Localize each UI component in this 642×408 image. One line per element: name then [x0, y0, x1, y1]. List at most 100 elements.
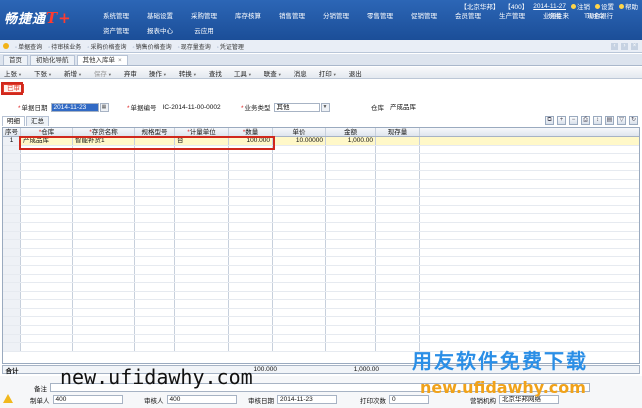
- column-settings-icon[interactable]: ▤: [605, 116, 614, 125]
- table-cell[interactable]: [21, 205, 73, 214]
- page-tab[interactable]: 其他入库单 ×: [76, 55, 128, 65]
- table-cell[interactable]: [229, 154, 273, 162]
- table-cell[interactable]: [135, 145, 175, 154]
- table-row-empty[interactable]: [3, 162, 639, 172]
- table-cell[interactable]: [135, 154, 175, 162]
- table-cell[interactable]: [273, 257, 326, 265]
- toolbar-button[interactable]: 操作▼: [149, 68, 167, 78]
- table-cell[interactable]: [326, 248, 376, 257]
- table-cell[interactable]: [229, 205, 273, 214]
- table-row-empty[interactable]: [3, 326, 639, 335]
- filter-icon[interactable]: ▽: [617, 116, 626, 125]
- nav-item[interactable]: 会员管理: [446, 13, 490, 21]
- login-date[interactable]: 2014-11-27: [533, 3, 566, 10]
- table-cell[interactable]: [326, 343, 376, 351]
- table-cell[interactable]: [135, 214, 175, 222]
- table-cell[interactable]: [273, 171, 326, 179]
- table-cell[interactable]: [326, 179, 376, 188]
- table-cell[interactable]: [175, 222, 229, 231]
- toolbar-button[interactable]: 转换▼: [179, 68, 197, 78]
- toolbar-button[interactable]: 退出: [349, 68, 362, 78]
- table-cell[interactable]: [135, 205, 175, 214]
- table-cell[interactable]: [273, 222, 326, 231]
- column-header[interactable]: *计量单位: [175, 128, 229, 136]
- table-cell[interactable]: [229, 162, 273, 171]
- table-cell[interactable]: [326, 257, 376, 265]
- table-cell[interactable]: [229, 214, 273, 222]
- table-cell[interactable]: [73, 240, 135, 248]
- close-icon[interactable]: ×: [118, 57, 122, 64]
- quick-tab[interactable]: 凭证管理: [217, 42, 244, 51]
- table-cell[interactable]: [229, 326, 273, 334]
- column-header[interactable]: *数量: [229, 128, 273, 136]
- table-cell[interactable]: [273, 265, 326, 274]
- table-cell[interactable]: [21, 248, 73, 257]
- table-cell[interactable]: [376, 231, 420, 240]
- table-row-empty[interactable]: [3, 291, 639, 301]
- table-cell[interactable]: [376, 334, 420, 343]
- table-cell[interactable]: [175, 205, 229, 214]
- table-cell[interactable]: [376, 197, 420, 205]
- settings-link[interactable]: 设置: [595, 1, 614, 11]
- table-cell[interactable]: [229, 308, 273, 317]
- table-row-empty[interactable]: [3, 265, 639, 275]
- table-cell[interactable]: [135, 343, 175, 351]
- nav-item[interactable]: 促销管理: [402, 13, 446, 21]
- table-cell[interactable]: [21, 283, 73, 291]
- table-cell[interactable]: [73, 214, 135, 222]
- column-header[interactable]: 规格型号: [135, 128, 175, 136]
- table-cell[interactable]: 1,000.00: [326, 137, 376, 145]
- sort-icon[interactable]: ↕: [593, 116, 602, 125]
- table-cell[interactable]: [376, 308, 420, 317]
- table-cell[interactable]: [326, 145, 376, 154]
- table-cell[interactable]: [326, 291, 376, 300]
- table-cell[interactable]: [175, 257, 229, 265]
- table-cell[interactable]: [229, 145, 273, 154]
- table-cell[interactable]: [326, 300, 376, 308]
- table-row-empty[interactable]: [3, 222, 639, 232]
- table-cell[interactable]: [73, 300, 135, 308]
- table-cell[interactable]: [73, 334, 135, 343]
- table-row-empty[interactable]: [3, 308, 639, 318]
- table-row-empty[interactable]: [3, 154, 639, 163]
- nav-item[interactable]: 报表中心: [138, 28, 182, 36]
- table-cell[interactable]: [376, 162, 420, 171]
- table-cell[interactable]: [229, 334, 273, 343]
- table-cell[interactable]: [376, 265, 420, 274]
- table-cell[interactable]: [175, 188, 229, 197]
- toolbar-button[interactable]: 新增▼: [64, 68, 82, 78]
- table-cell[interactable]: [229, 188, 273, 197]
- table-cell[interactable]: [73, 171, 135, 179]
- table-cell[interactable]: [326, 240, 376, 248]
- table-cell[interactable]: [175, 154, 229, 162]
- toolbar-button[interactable]: 工具▼: [234, 68, 252, 78]
- table-cell[interactable]: [73, 162, 135, 171]
- table-cell[interactable]: [175, 162, 229, 171]
- table-cell[interactable]: [21, 214, 73, 222]
- table-cell[interactable]: [326, 326, 376, 334]
- table-cell[interactable]: [175, 231, 229, 240]
- page-tab[interactable]: 首页: [3, 55, 28, 65]
- table-cell[interactable]: [376, 222, 420, 231]
- table-cell[interactable]: [273, 274, 326, 283]
- table-cell[interactable]: [273, 334, 326, 343]
- refresh-icon[interactable]: ↻: [629, 116, 638, 125]
- calendar-icon[interactable]: ▦: [99, 102, 109, 112]
- table-cell[interactable]: [135, 179, 175, 188]
- table-cell[interactable]: [326, 197, 376, 205]
- table-cell[interactable]: [229, 300, 273, 308]
- date-input[interactable]: 2014-11-23: [50, 102, 99, 112]
- table-cell[interactable]: [73, 248, 135, 257]
- table-cell[interactable]: [175, 308, 229, 317]
- table-row-empty[interactable]: [3, 248, 639, 258]
- table-cell[interactable]: [135, 188, 175, 197]
- table-cell[interactable]: [175, 326, 229, 334]
- delete-row-icon[interactable]: −: [569, 116, 578, 125]
- toolbar-button[interactable]: 下张▼: [34, 68, 52, 78]
- table-cell[interactable]: [376, 179, 420, 188]
- table-cell[interactable]: [21, 240, 73, 248]
- table-cell[interactable]: [175, 145, 229, 154]
- table-cell[interactable]: [73, 343, 135, 351]
- table-cell[interactable]: [326, 171, 376, 179]
- table-cell[interactable]: [21, 343, 73, 351]
